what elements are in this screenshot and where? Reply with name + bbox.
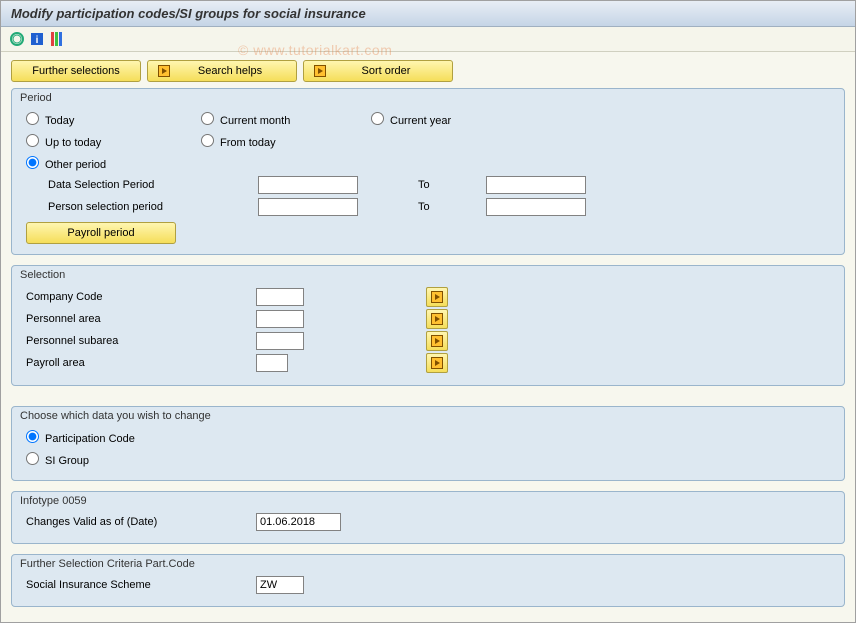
infotype-group: Infotype 0059 Changes Valid as of (Date) <box>11 491 845 544</box>
radio-from-today[interactable]: From today <box>201 137 276 149</box>
radio-participation-code[interactable]: Participation Code <box>26 429 135 445</box>
group-title-choose: Choose which data you wish to change <box>12 407 844 422</box>
personnel-area-multiselect-button[interactable] <box>426 309 448 329</box>
person-selection-from-input[interactable] <box>258 198 358 216</box>
social-insurance-scheme-input[interactable] <box>256 576 304 594</box>
app-toolbar: i <box>1 27 855 52</box>
radio-today[interactable]: Today <box>26 115 74 127</box>
group-title-further: Further Selection Criteria Part.Code <box>12 555 844 570</box>
personnel-subarea-multiselect-button[interactable] <box>426 331 448 351</box>
payroll-area-input[interactable] <box>256 354 288 372</box>
personnel-subarea-label: Personnel subarea <box>26 335 256 347</box>
social-insurance-scheme-label: Social Insurance Scheme <box>26 579 256 591</box>
arrow-right-icon <box>158 65 170 77</box>
payroll-period-button[interactable]: Payroll period <box>26 222 176 244</box>
person-selection-to-input[interactable] <box>486 198 586 216</box>
period-group: Period Today Current month Current year … <box>11 88 845 255</box>
payroll-area-label: Payroll area <box>26 357 256 369</box>
personnel-area-input[interactable] <box>256 310 304 328</box>
choose-data-group: Choose which data you wish to change Par… <box>11 406 845 481</box>
arrow-right-icon <box>431 357 443 369</box>
radio-up-to-today[interactable]: Up to today <box>26 137 101 149</box>
sort-order-button[interactable]: Sort order <box>303 60 453 82</box>
search-helps-button[interactable]: Search helps <box>147 60 297 82</box>
group-title-infotype: Infotype 0059 <box>12 492 844 507</box>
group-title-period: Period <box>12 89 844 104</box>
arrow-right-icon <box>314 65 326 77</box>
radio-current-month[interactable]: Current month <box>201 115 290 127</box>
further-criteria-group: Further Selection Criteria Part.Code Soc… <box>11 554 845 607</box>
content-area: Further selections Search helps Sort ord… <box>1 52 855 615</box>
company-code-multiselect-button[interactable] <box>426 287 448 307</box>
personnel-area-label: Personnel area <box>26 313 256 325</box>
page-title: Modify participation codes/SI groups for… <box>1 1 855 27</box>
radio-current-year[interactable]: Current year <box>371 115 451 127</box>
payroll-area-multiselect-button[interactable] <box>426 353 448 373</box>
data-selection-from-input[interactable] <box>258 176 358 194</box>
info-icon[interactable]: i <box>29 31 45 47</box>
personnel-subarea-input[interactable] <box>256 332 304 350</box>
company-code-input[interactable] <box>256 288 304 306</box>
person-selection-period-label: Person selection period <box>48 201 258 213</box>
further-selections-button[interactable]: Further selections <box>11 60 141 82</box>
group-title-selection: Selection <box>12 266 844 281</box>
company-code-label: Company Code <box>26 291 256 303</box>
variant-icon[interactable] <box>49 31 65 47</box>
arrow-right-icon <box>431 335 443 347</box>
changes-valid-input[interactable] <box>256 513 341 531</box>
radio-si-group[interactable]: SI Group <box>26 451 89 467</box>
data-selection-period-label: Data Selection Period <box>48 179 258 191</box>
changes-valid-label: Changes Valid as of (Date) <box>26 516 256 528</box>
radio-other-period[interactable]: Other period <box>26 159 106 171</box>
svg-text:i: i <box>36 35 39 46</box>
person-selection-to-label: To <box>418 201 486 213</box>
execute-icon[interactable] <box>9 31 25 47</box>
data-selection-to-label: To <box>418 179 486 191</box>
arrow-right-icon <box>431 313 443 325</box>
selection-group: Selection Company Code Personnel area Pe… <box>11 265 845 386</box>
arrow-right-icon <box>431 291 443 303</box>
data-selection-to-input[interactable] <box>486 176 586 194</box>
selection-buttons-row: Further selections Search helps Sort ord… <box>11 60 845 82</box>
